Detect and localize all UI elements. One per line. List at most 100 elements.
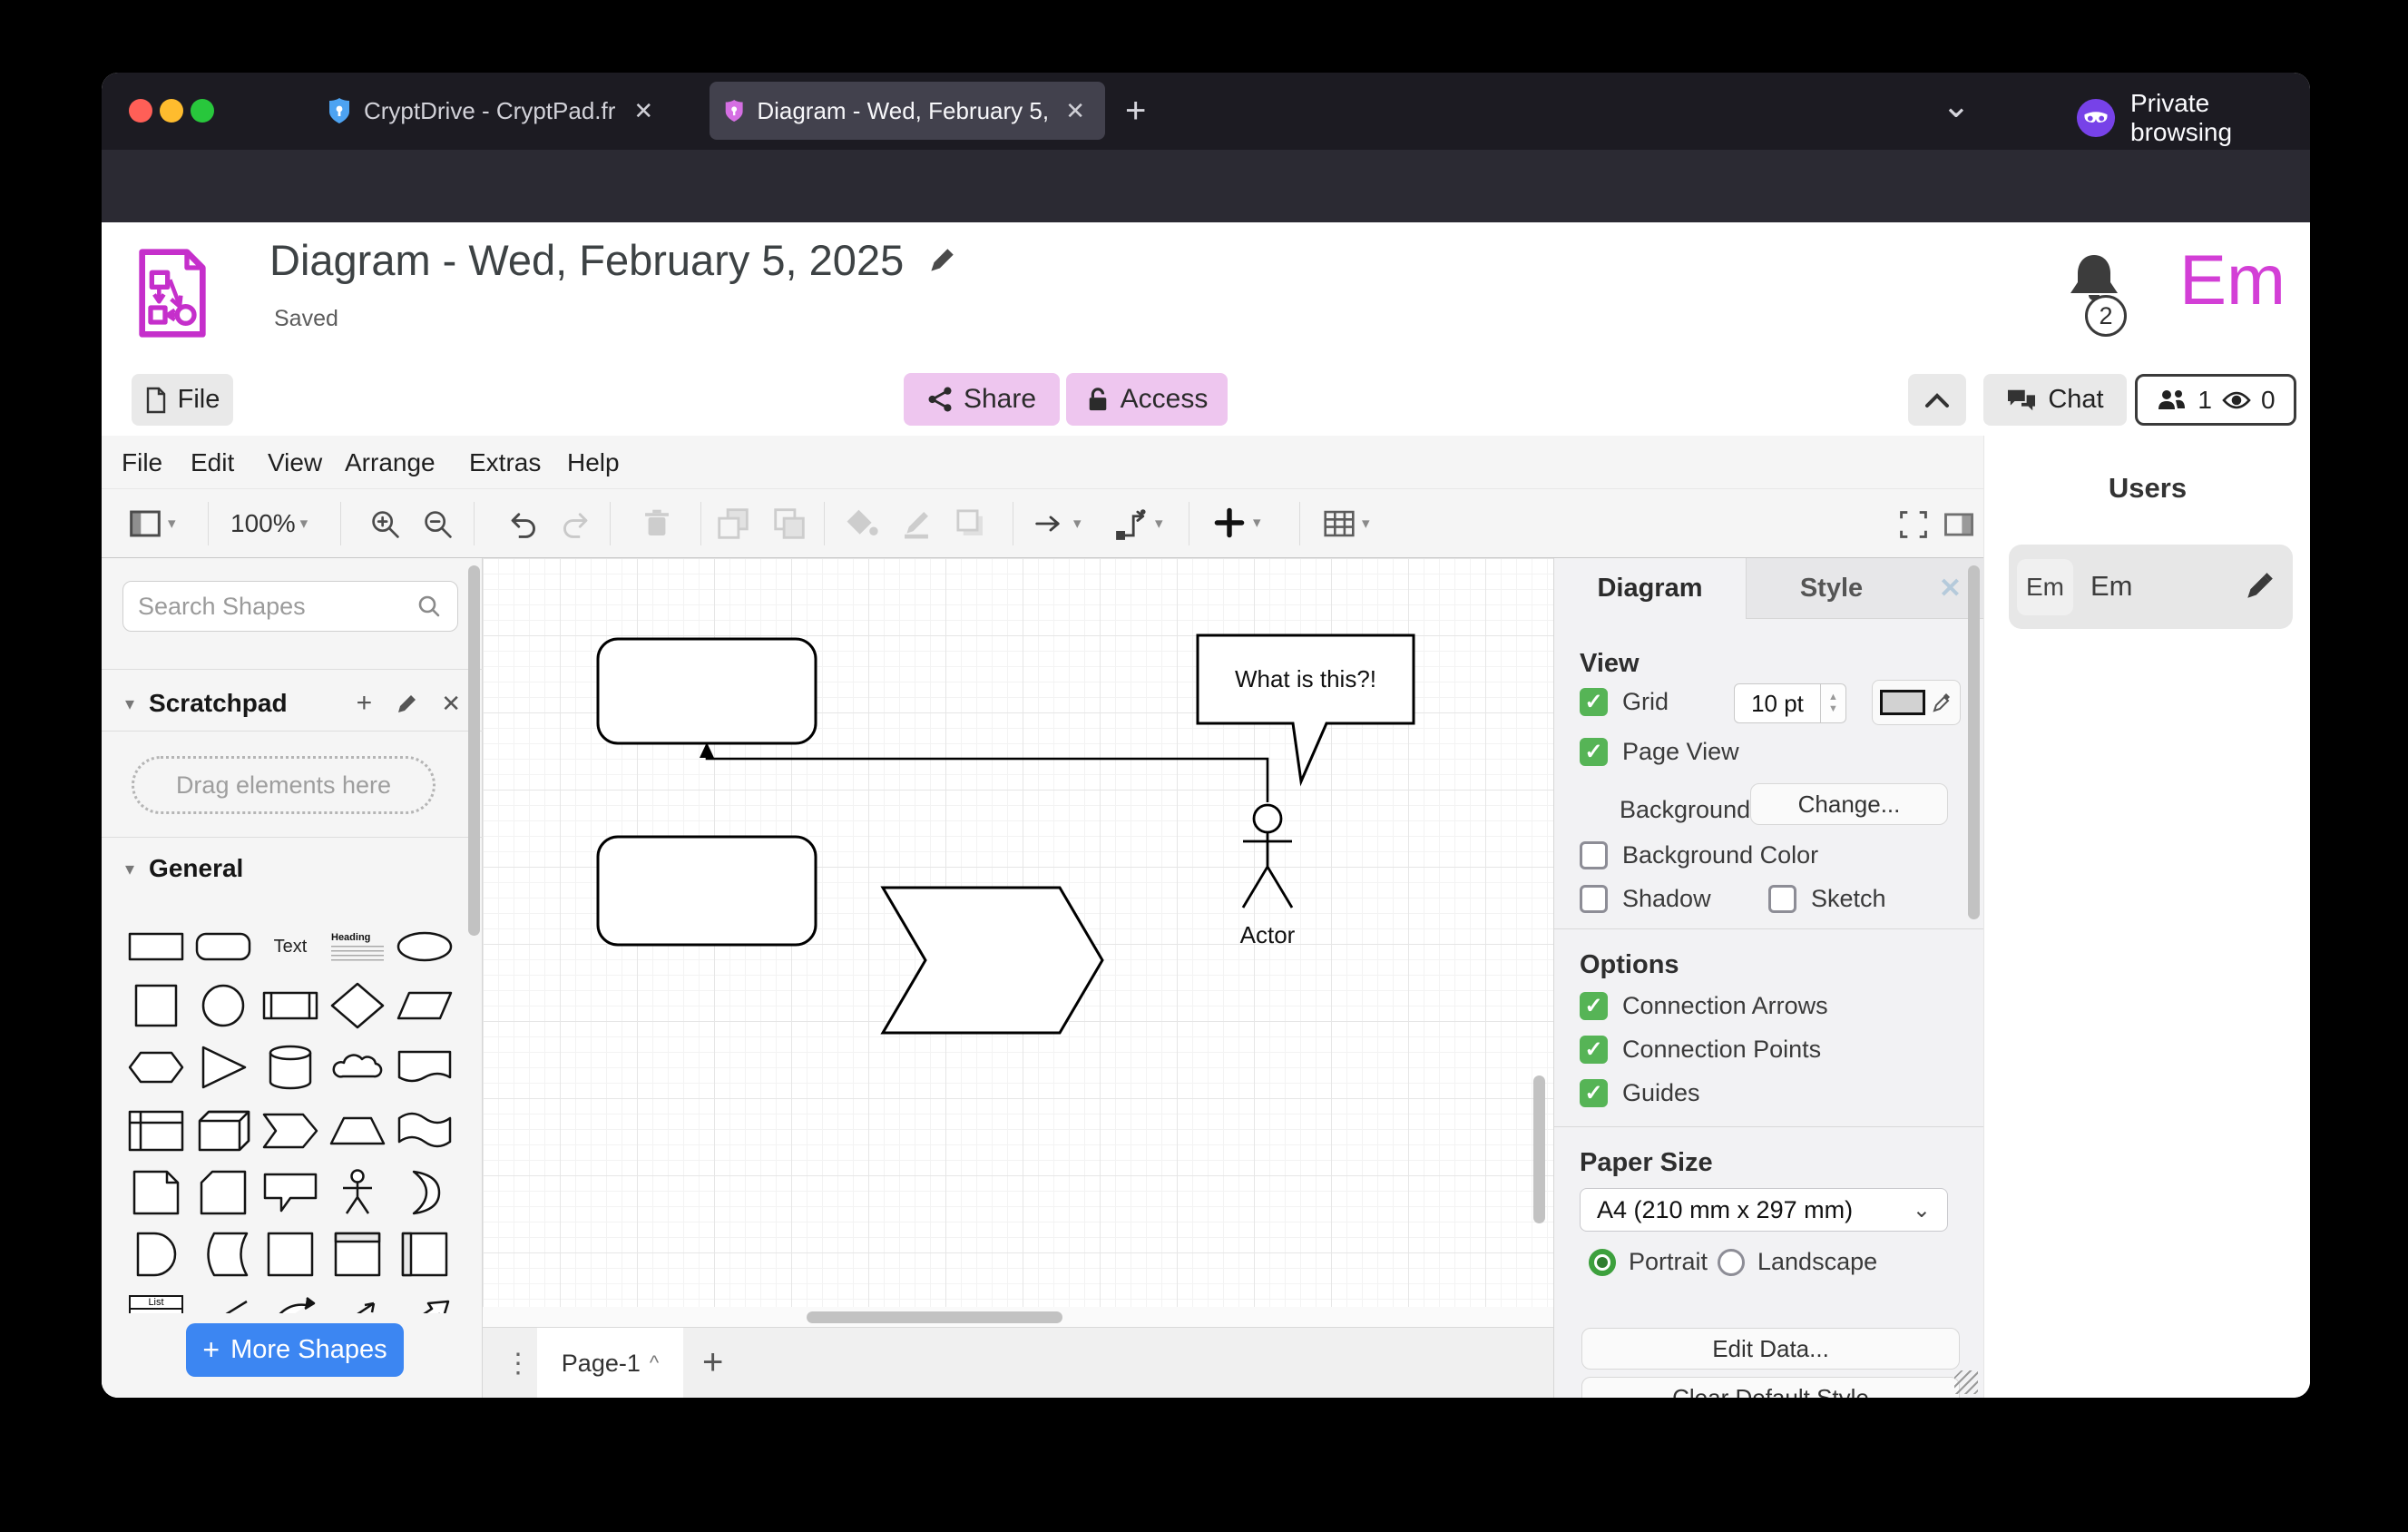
shape-cylinder[interactable] — [259, 1044, 322, 1091]
shape-list[interactable]: List — [124, 1291, 188, 1313]
shape-arrow[interactable] — [393, 1291, 456, 1313]
edit-user-pencil-icon[interactable] — [2243, 570, 2276, 603]
menu-arrange[interactable]: Arrange — [345, 448, 436, 477]
background-color-checkbox[interactable] — [1580, 841, 1608, 869]
fullscreen-icon[interactable] — [1896, 507, 1931, 542]
landscape-radio[interactable] — [1718, 1249, 1745, 1276]
pages-menu-icon[interactable]: ⋮ — [504, 1348, 533, 1380]
shape-triangle[interactable] — [191, 1044, 255, 1091]
canvas-horizontal-scrollbar[interactable] — [807, 1311, 1062, 1323]
shape-circle[interactable] — [191, 982, 255, 1029]
connection-style-button[interactable]: ▾ — [1033, 506, 1082, 542]
tab-diagram-active[interactable]: Diagram - Wed, February 5, 202 ✕ — [710, 82, 1105, 140]
canvas-vertical-scrollbar[interactable] — [1533, 1075, 1545, 1223]
format-panel-scrollbar[interactable] — [1968, 565, 1980, 919]
line-color-icon[interactable] — [898, 506, 935, 542]
resize-handle[interactable] — [1954, 1370, 1978, 1394]
shape-diamond[interactable] — [326, 982, 389, 1029]
user-avatar[interactable]: Em — [2179, 239, 2286, 321]
shape-container[interactable] — [259, 1231, 322, 1278]
menu-file[interactable]: File — [122, 448, 162, 477]
view-outline-button[interactable]: ▾ — [127, 506, 176, 542]
tab-close-icon[interactable]: ✕ — [1060, 95, 1091, 127]
delete-icon[interactable] — [639, 506, 675, 542]
search-shapes-input[interactable]: Search Shapes — [122, 581, 458, 632]
canvas-rounded-rectangle-2[interactable] — [598, 837, 816, 945]
zoom-out-icon[interactable] — [421, 507, 455, 542]
scratchpad-dropzone[interactable]: Drag elements here — [132, 756, 436, 814]
scratchpad-add-icon[interactable]: + — [357, 688, 373, 719]
shape-cloud[interactable] — [326, 1044, 389, 1091]
shape-cube[interactable] — [191, 1107, 255, 1154]
shape-data-storage[interactable] — [191, 1231, 255, 1278]
shape-rectangle[interactable] — [124, 923, 188, 970]
undo-icon[interactable] — [503, 507, 539, 542]
edit-data-button[interactable]: Edit Data... — [1581, 1328, 1960, 1370]
shape-bidirectional-arrow[interactable] — [326, 1291, 389, 1313]
page-view-checkbox[interactable]: ✓ — [1580, 738, 1608, 766]
fill-color-icon[interactable] — [844, 506, 880, 542]
shape-hexagon[interactable] — [124, 1044, 188, 1091]
user-count-indicator[interactable]: 1 0 — [2135, 374, 2296, 426]
connection-points-checkbox[interactable]: ✓ — [1580, 1036, 1608, 1064]
grid-color-button[interactable] — [1872, 680, 1961, 725]
menu-help[interactable]: Help — [567, 448, 620, 477]
redo-icon[interactable] — [560, 507, 596, 542]
shadow-icon[interactable] — [953, 506, 989, 542]
tab-cryptdrive[interactable]: CryptDrive - CryptPad.fr ✕ — [313, 82, 694, 140]
shape-step[interactable] — [259, 1107, 322, 1154]
macos-close-button[interactable] — [129, 99, 152, 123]
shape-card[interactable] — [191, 1169, 255, 1216]
to-back-icon[interactable] — [771, 506, 808, 542]
background-change-button[interactable]: Change... — [1750, 783, 1948, 825]
clear-default-style-button[interactable]: Clear Default Style — [1581, 1377, 1960, 1398]
shape-process[interactable] — [259, 982, 322, 1029]
shape-and[interactable] — [124, 1231, 188, 1278]
user-list-item[interactable]: Em Em — [2009, 545, 2293, 629]
access-button[interactable]: Access — [1066, 373, 1228, 426]
shape-trapezoid[interactable] — [326, 1107, 389, 1154]
shape-text[interactable]: Text — [259, 923, 322, 970]
shadow-checkbox[interactable] — [1580, 885, 1608, 913]
macos-zoom-button[interactable] — [191, 99, 214, 123]
shape-parallelogram[interactable] — [393, 982, 456, 1029]
scratchpad-close-icon[interactable]: ✕ — [441, 690, 461, 718]
shape-tape[interactable] — [393, 1107, 456, 1154]
shape-heading[interactable]: Heading — [326, 923, 389, 970]
shape-curve[interactable] — [259, 1291, 322, 1313]
connection-arrows-checkbox[interactable]: ✓ — [1580, 992, 1608, 1020]
shape-ellipse[interactable] — [393, 923, 456, 970]
callout-text[interactable]: What is this?! — [1198, 665, 1414, 693]
tab-diagram[interactable]: Diagram — [1554, 558, 1746, 619]
shape-note[interactable] — [124, 1169, 188, 1216]
portrait-radio[interactable] — [1589, 1249, 1616, 1276]
collapse-toolbar-button[interactable] — [1908, 374, 1966, 426]
scratchpad-section-header[interactable]: ▾ Scratchpad + ✕ — [125, 685, 461, 722]
grid-checkbox[interactable]: ✓ — [1580, 688, 1608, 716]
rename-pencil-icon[interactable] — [925, 244, 958, 277]
general-section-header[interactable]: ▾ General — [125, 850, 461, 887]
grid-size-stepper[interactable]: ▲▼ — [1821, 683, 1846, 723]
scratchpad-edit-pencil-icon[interactable] — [396, 692, 419, 715]
format-panel-toggle-icon[interactable] — [1942, 507, 1976, 542]
add-page-button[interactable]: + — [702, 1342, 723, 1383]
shape-callout[interactable] — [259, 1169, 322, 1216]
shape-rounded-rectangle[interactable] — [191, 923, 255, 970]
new-tab-button[interactable]: + — [1125, 91, 1146, 132]
more-shapes-button[interactable]: + More Shapes — [186, 1323, 404, 1377]
to-front-icon[interactable] — [715, 506, 751, 542]
shape-internal-storage[interactable] — [124, 1107, 188, 1154]
notification-count-badge[interactable]: 2 — [2085, 295, 2127, 337]
shape-or[interactable] — [393, 1169, 456, 1216]
diagram-canvas[interactable]: What is this?! Actor — [483, 558, 1553, 1307]
shape-vertical-container[interactable] — [326, 1231, 389, 1278]
chat-button[interactable]: Chat — [1983, 374, 2127, 426]
canvas-actor-shape[interactable] — [1243, 805, 1292, 908]
shape-line[interactable] — [191, 1291, 255, 1313]
canvas-step-shape[interactable] — [883, 888, 1102, 1033]
insert-button[interactable]: ▾ — [1210, 504, 1261, 542]
menu-view[interactable]: View — [268, 448, 322, 477]
menu-extras[interactable]: Extras — [469, 448, 541, 477]
waypoint-style-button[interactable]: ▾ — [1114, 506, 1163, 542]
zoom-level-dropdown[interactable]: 100% ▾ — [230, 509, 308, 538]
